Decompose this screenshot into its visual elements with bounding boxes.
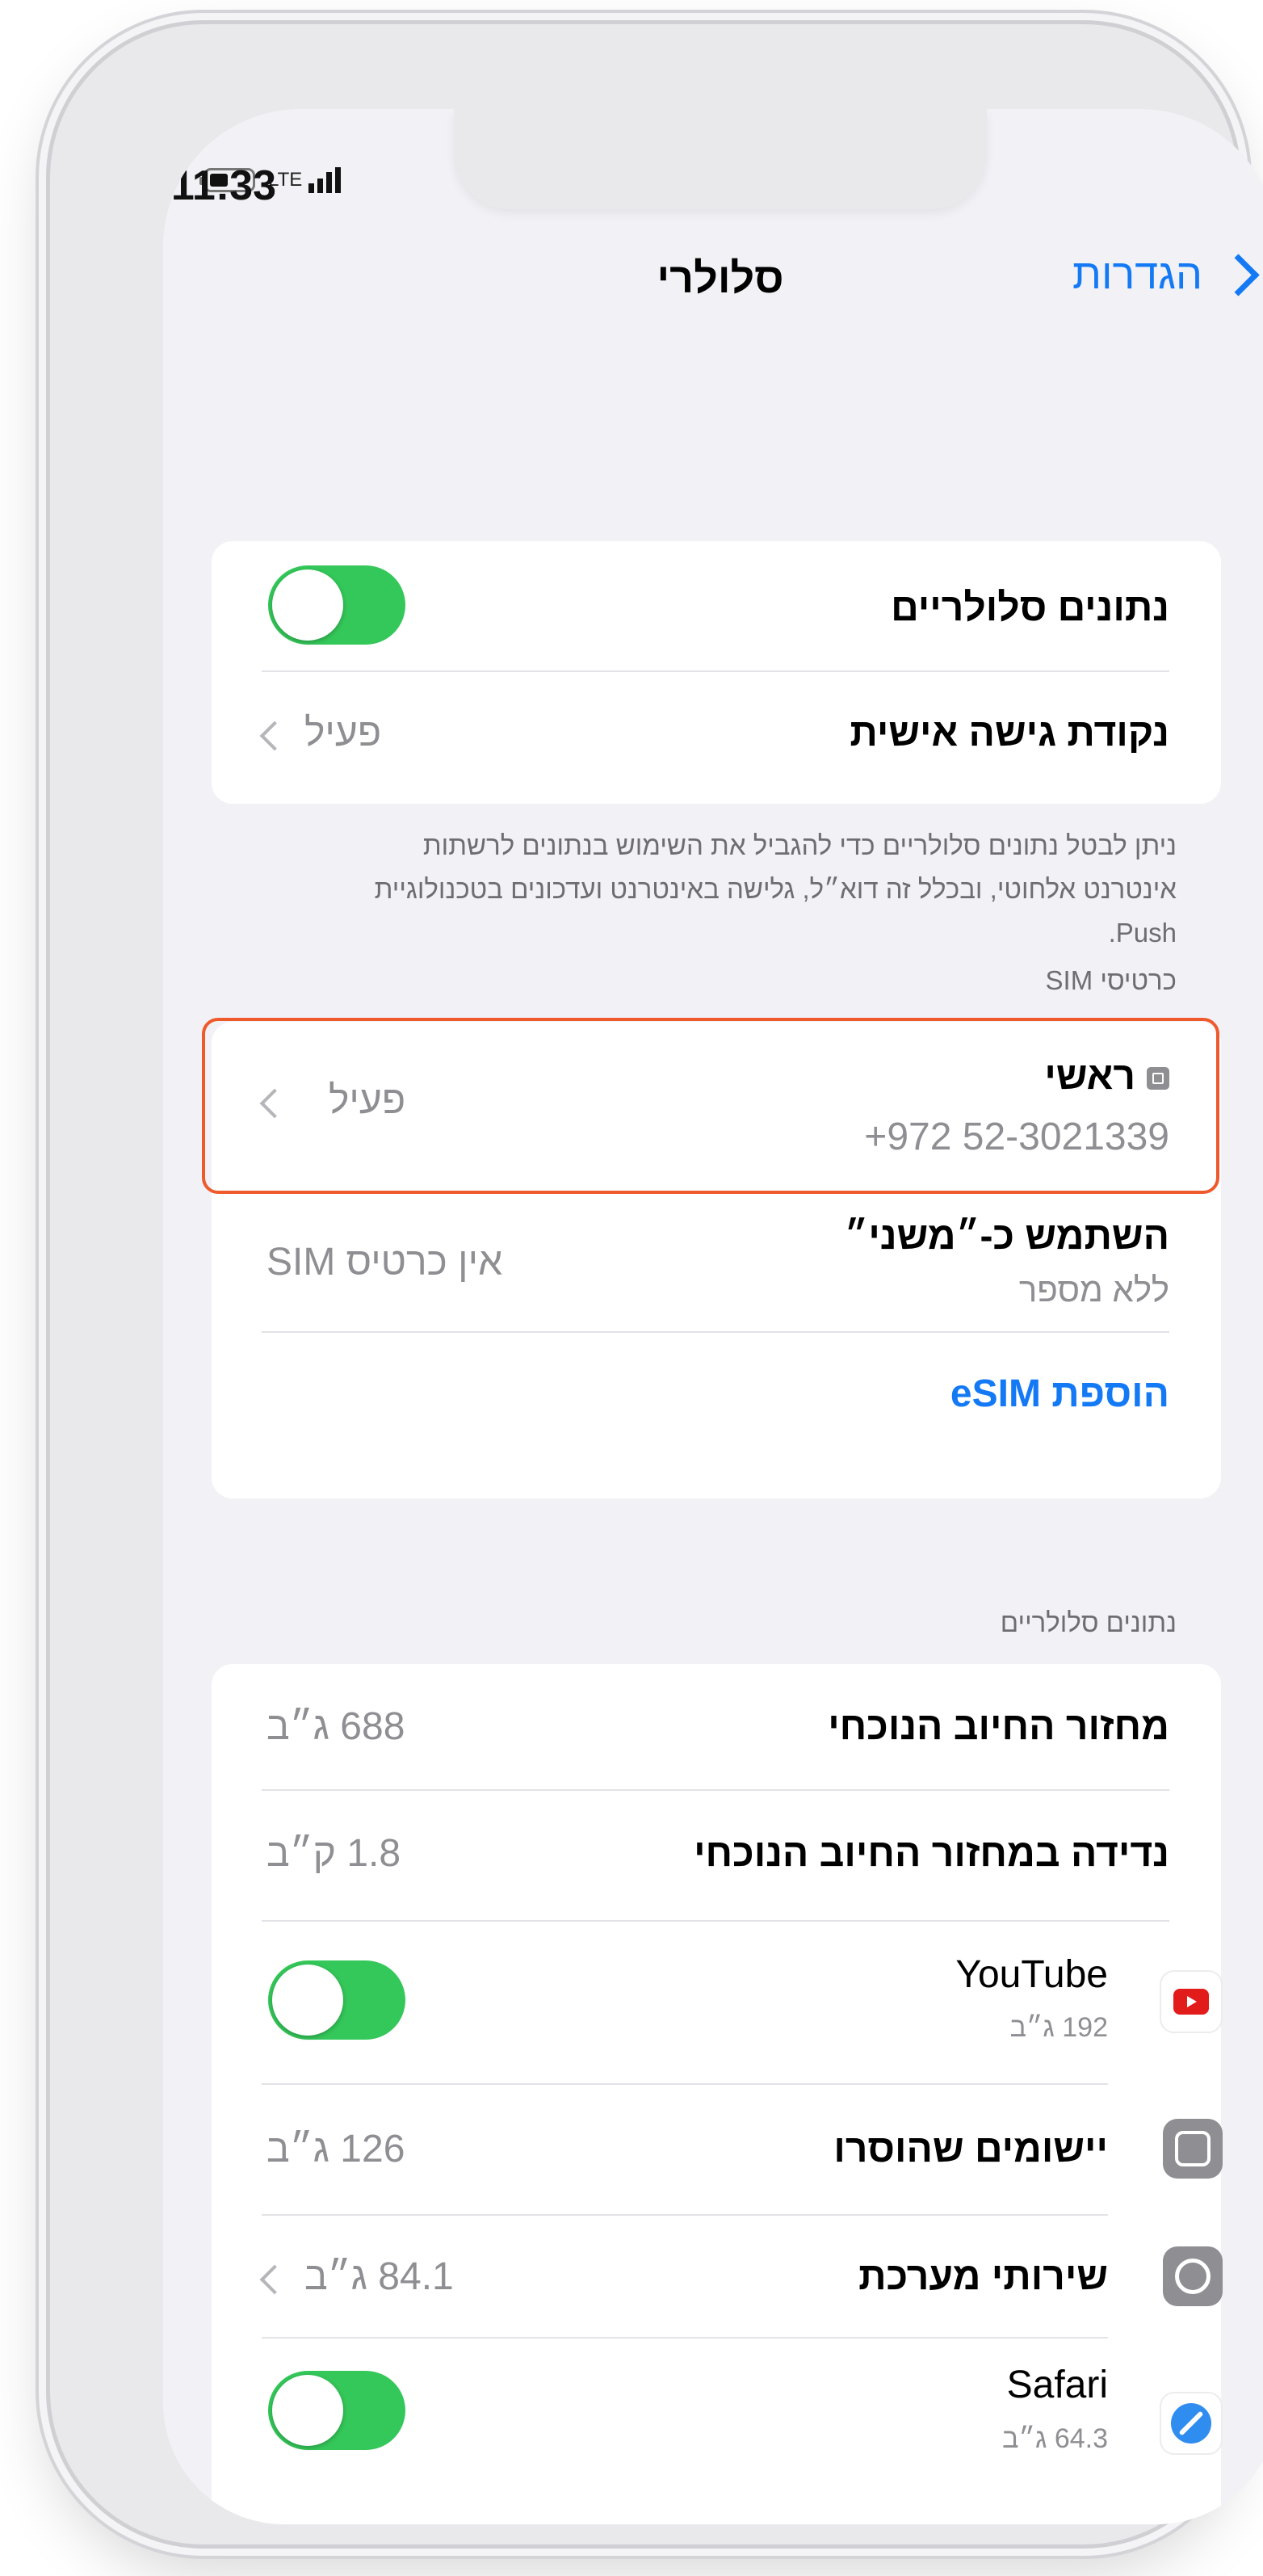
current-period-value: 688 ג״ב [266, 1705, 405, 1748]
app-usage: 64.3 ג״ב [1002, 2423, 1108, 2454]
safari-data-toggle[interactable] [268, 2371, 405, 2450]
usage-section-header: נתונים סלולריים [1000, 1607, 1177, 1637]
app-usage: 84.1 ג״ב [304, 2255, 454, 2298]
current-period-row: מחזור החיוב הנוכחי 688 ג״ב [212, 1664, 1221, 1789]
secondary-sim-label: השתמש כ-״משני״ [844, 1215, 1169, 1258]
add-esim-row[interactable]: הוספת eSIM [212, 1333, 1221, 1462]
safari-icon [1160, 2392, 1223, 2455]
app-name: YouTube [955, 1953, 1108, 1996]
primary-sim-highlight [202, 1018, 1219, 1194]
cellular-data-toggle[interactable] [268, 565, 405, 645]
app-usage: 192 ג״ב [1009, 2012, 1108, 2043]
roaming-label: נדידה במחזור החיוב הנוכחי [694, 1832, 1169, 1875]
cellular-data-group: נתונים סלולריים נקודת גישה אישית פעיל [212, 541, 1221, 804]
roaming-row: נדידה במחזור החיוב הנוכחי 1.8 ק״ב [212, 1791, 1221, 1920]
app-name: שירותי מערכת [858, 2255, 1108, 2298]
app-row-safari: Safari 64.3 ג״ב [212, 2339, 1223, 2500]
screen: LTE 11:33 הגדרות סלולרי נתונים סלולריים … [163, 109, 1263, 2524]
sim-section-header: כרטיסי SIM [1045, 965, 1177, 995]
usage-group: מחזור החיוב הנוכחי 688 ג״ב נדידה במחזור … [212, 1664, 1223, 2524]
current-period-label: מחזור החיוב הנוכחי [828, 1705, 1169, 1748]
signal-bars-icon [308, 167, 342, 193]
app-row-removed-apps: יישומים שהוסרו 126 ג״ב [212, 2085, 1223, 2214]
hotspot-value: פעיל [304, 712, 382, 754]
cellular-data-row: נתונים סלולריים [212, 541, 1221, 670]
secondary-sim-sub: ללא מספר [1018, 1271, 1169, 1309]
secondary-sim-value: אין כרטיס SIM [266, 1241, 503, 1284]
status-time: 11:33 [170, 162, 276, 209]
secondary-sim-row[interactable]: השתמש כ-״משני״ ללא מספר אין כרטיס SIM [212, 1190, 1221, 1331]
app-name: Safari [1006, 2364, 1108, 2406]
roaming-value: 1.8 ק״ב [266, 1832, 401, 1875]
app-store-icon [1163, 2119, 1223, 2179]
app-row-system-services[interactable]: שירותי מערכת 84.1 ג״ב [212, 2216, 1223, 2337]
chevron-right-icon [259, 721, 290, 751]
phone-frame: LTE 11:33 הגדרות סלולרי נתונים סלולריים … [50, 24, 1263, 2544]
page-title: סלולרי [657, 255, 784, 302]
settings-gear-icon [1163, 2246, 1223, 2306]
cellular-footnote: ניתן לבטל נתונים סלולריים כדי להגביל את … [374, 830, 1177, 948]
chevron-right-icon [259, 2264, 290, 2295]
hotspot-row[interactable]: נקודת גישה אישית פעיל [212, 672, 1221, 804]
youtube-data-toggle[interactable] [268, 1960, 405, 2040]
app-row-youtube: YouTube 192 ג״ב [212, 1922, 1223, 2083]
add-esim-link[interactable]: הוספת eSIM [950, 1372, 1169, 1416]
hotspot-label: נקודת גישה אישית [850, 712, 1169, 754]
youtube-icon [1160, 1970, 1223, 2033]
cellular-data-label: נתונים סלולריים [891, 586, 1169, 629]
app-usage: 126 ג״ב [266, 2128, 405, 2170]
app-name: יישומים שהוסרו [833, 2128, 1108, 2170]
notch [454, 109, 987, 209]
